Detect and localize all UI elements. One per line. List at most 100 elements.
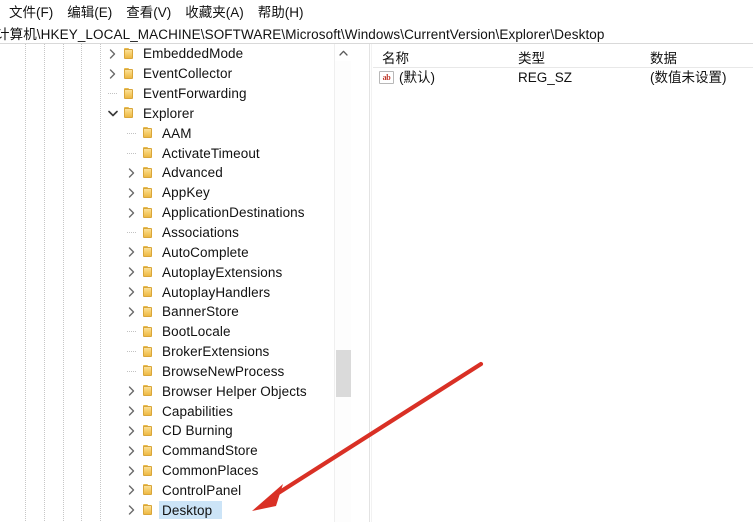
tree-item-eventcollector[interactable]: EventCollector bbox=[0, 64, 351, 84]
tree-item-label: Capabilities bbox=[162, 403, 233, 419]
tree-item-bootlocale[interactable]: BootLocale bbox=[0, 322, 351, 342]
menu-edit[interactable]: 编辑(E) bbox=[60, 0, 119, 23]
column-header-type[interactable]: 类型 bbox=[518, 47, 545, 67]
tree-scrollbar[interactable] bbox=[334, 44, 351, 522]
folder-icon bbox=[141, 126, 157, 140]
tree-leaf-connector bbox=[106, 87, 119, 100]
scrollbar-thumb[interactable] bbox=[336, 350, 351, 397]
tree-leaf-connector bbox=[125, 147, 138, 160]
tree-item-label: Explorer bbox=[143, 105, 195, 121]
tree-item-label: Associations bbox=[162, 225, 239, 241]
menu-file[interactable]: 文件(F) bbox=[2, 0, 60, 23]
value-data: (数值未设置) bbox=[650, 70, 727, 85]
chevron-right-icon[interactable] bbox=[125, 444, 138, 457]
pane-divider[interactable] bbox=[369, 44, 370, 522]
folder-icon bbox=[141, 166, 157, 180]
chevron-down-icon[interactable] bbox=[106, 107, 119, 120]
folder-icon bbox=[141, 424, 157, 438]
chevron-right-icon[interactable] bbox=[125, 464, 138, 477]
value-name: (默认) bbox=[399, 70, 435, 85]
folder-icon bbox=[141, 305, 157, 319]
tree-item-label: Desktop bbox=[162, 502, 213, 518]
tree-item-activatetimeout[interactable]: ActivateTimeout bbox=[0, 143, 351, 163]
tree-item-embeddedmode[interactable]: EmbeddedMode bbox=[0, 44, 351, 64]
tree-item-controlpanel[interactable]: ControlPanel bbox=[0, 481, 351, 501]
chevron-right-icon[interactable] bbox=[125, 286, 138, 299]
folder-icon bbox=[141, 186, 157, 200]
tree-item-label: AppKey bbox=[162, 185, 210, 201]
menu-favorites[interactable]: 收藏夹(A) bbox=[178, 0, 251, 23]
tree-item-label: AutoComplete bbox=[162, 244, 249, 260]
chevron-right-icon[interactable] bbox=[125, 484, 138, 497]
tree-item-commandstore[interactable]: CommandStore bbox=[0, 441, 351, 461]
values-column-header: 名称 类型 数据 bbox=[373, 44, 753, 68]
folder-icon bbox=[141, 345, 157, 359]
tree-item-aam[interactable]: AAM bbox=[0, 123, 351, 143]
tree-item-label: EmbeddedMode bbox=[143, 46, 244, 62]
chevron-right-icon[interactable] bbox=[125, 266, 138, 279]
tree-leaf-connector bbox=[125, 365, 138, 378]
folder-icon bbox=[122, 47, 138, 61]
column-header-data[interactable]: 数据 bbox=[650, 47, 677, 67]
chevron-right-icon[interactable] bbox=[125, 305, 138, 318]
tree-row-list: EmbeddedMode EventCollector EventForwardin… bbox=[0, 44, 351, 520]
folder-icon bbox=[122, 87, 138, 101]
tree-item-label: ControlPanel bbox=[162, 482, 242, 498]
chevron-right-icon[interactable] bbox=[125, 424, 138, 437]
chevron-right-icon[interactable] bbox=[125, 385, 138, 398]
menu-view[interactable]: 查看(V) bbox=[119, 0, 178, 23]
tree-item-label: BootLocale bbox=[162, 324, 231, 340]
folder-icon bbox=[141, 265, 157, 279]
tree-item-browsenewprocess[interactable]: BrowseNewProcess bbox=[0, 362, 351, 382]
tree-item-eventforwarding[interactable]: EventForwarding bbox=[0, 84, 351, 104]
pane-divider-shadow bbox=[371, 44, 372, 522]
folder-icon bbox=[141, 245, 157, 259]
main-content: EmbeddedMode EventCollector EventForwardin… bbox=[0, 44, 753, 522]
menu-help[interactable]: 帮助(H) bbox=[251, 0, 311, 23]
registry-editor-window: 文件(F) 编辑(E) 查看(V) 收藏夹(A) 帮助(H) 计算机\HKEY_… bbox=[0, 0, 753, 522]
tree-item-label: ApplicationDestinations bbox=[162, 205, 305, 221]
registry-values-pane[interactable]: 名称 类型 数据 ab (默认) REG_SZ (数值未设置) bbox=[373, 44, 753, 522]
tree-item-associations[interactable]: Associations bbox=[0, 223, 351, 243]
tree-item-desktop[interactable]: Desktop bbox=[0, 500, 351, 520]
registry-path-text: 计算机\HKEY_LOCAL_MACHINE\SOFTWARE\Microsof… bbox=[0, 26, 605, 42]
folder-icon bbox=[141, 226, 157, 240]
tree-item-autocomplete[interactable]: AutoComplete bbox=[0, 242, 351, 262]
table-row[interactable]: ab (默认) REG_SZ (数值未设置) bbox=[373, 68, 753, 88]
tree-item-appkey[interactable]: AppKey bbox=[0, 183, 351, 203]
chevron-right-icon[interactable] bbox=[106, 47, 119, 60]
chevron-right-icon[interactable] bbox=[106, 67, 119, 80]
column-header-name[interactable]: 名称 bbox=[382, 47, 409, 67]
folder-icon bbox=[141, 285, 157, 299]
chevron-right-icon[interactable] bbox=[125, 504, 138, 517]
chevron-right-icon[interactable] bbox=[125, 246, 138, 259]
tree-item-commonplaces[interactable]: CommonPlaces bbox=[0, 461, 351, 481]
tree-item-autoplayhandlers[interactable]: AutoplayHandlers bbox=[0, 282, 351, 302]
tree-item-bannerstore[interactable]: BannerStore bbox=[0, 302, 351, 322]
tree-item-label: BannerStore bbox=[162, 304, 239, 320]
tree-item-applicationdestinations[interactable]: ApplicationDestinations bbox=[0, 203, 351, 223]
chevron-right-icon[interactable] bbox=[125, 206, 138, 219]
chevron-right-icon[interactable] bbox=[125, 186, 138, 199]
tree-item-explorer[interactable]: Explorer bbox=[0, 104, 351, 124]
scrollbar-track[interactable] bbox=[335, 61, 351, 522]
tree-leaf-connector bbox=[125, 226, 138, 239]
folder-icon bbox=[141, 146, 157, 160]
tree-item-label: AutoplayExtensions bbox=[162, 264, 283, 280]
tree-item-cd-burning[interactable]: CD Burning bbox=[0, 421, 351, 441]
folder-icon bbox=[141, 325, 157, 339]
folder-icon bbox=[141, 503, 157, 517]
chevron-right-icon[interactable] bbox=[125, 166, 138, 179]
tree-item-brokerextensions[interactable]: BrokerExtensions bbox=[0, 342, 351, 362]
tree-item-advanced[interactable]: Advanced bbox=[0, 163, 351, 183]
tree-item-label: CommandStore bbox=[162, 443, 258, 459]
tree-item-browser-helper-objects[interactable]: Browser Helper Objects bbox=[0, 381, 351, 401]
chevron-right-icon[interactable] bbox=[125, 405, 138, 418]
registry-key-tree[interactable]: EmbeddedMode EventCollector EventForwardin… bbox=[0, 44, 351, 522]
tree-item-label: BrowseNewProcess bbox=[162, 363, 285, 379]
tree-item-capabilities[interactable]: Capabilities bbox=[0, 401, 351, 421]
address-bar[interactable]: 计算机\HKEY_LOCAL_MACHINE\SOFTWARE\Microsof… bbox=[0, 22, 753, 43]
tree-item-label: AAM bbox=[162, 125, 192, 141]
scroll-up-arrow-icon[interactable] bbox=[335, 44, 351, 61]
tree-item-autoplayextensions[interactable]: AutoplayExtensions bbox=[0, 262, 351, 282]
